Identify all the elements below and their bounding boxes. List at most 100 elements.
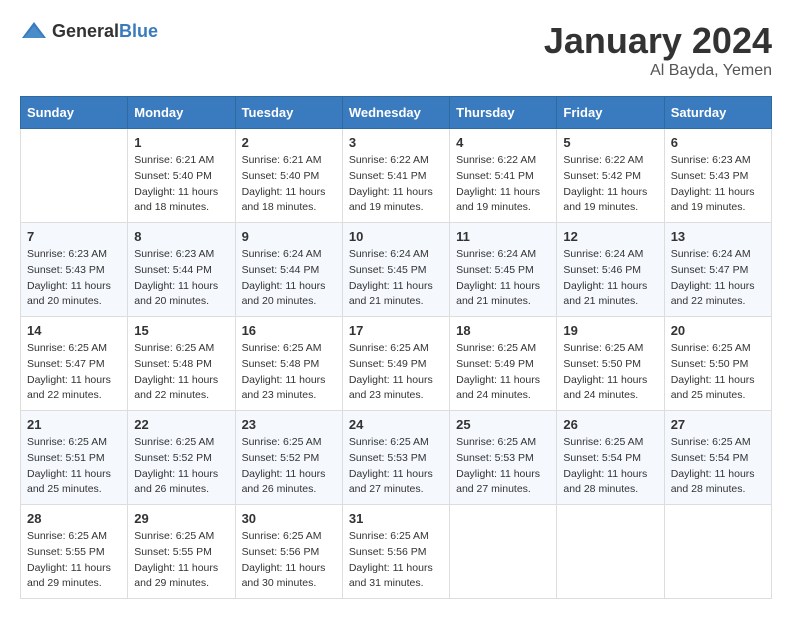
day-number: 5 [563, 135, 657, 150]
calendar-cell: 24 Sunrise: 6:25 AMSunset: 5:53 PMDayligh… [342, 411, 449, 505]
day-info: Sunrise: 6:24 AMSunset: 5:46 PMDaylight:… [563, 247, 657, 310]
day-number: 13 [671, 229, 765, 244]
calendar-cell: 28 Sunrise: 6:25 AMSunset: 5:55 PMDayligh… [21, 505, 128, 599]
calendar-week-row: 21Sunrise: 6:25 AMSunset: 5:51 PMDayligh… [21, 411, 772, 505]
calendar-cell: 18 Sunrise: 6:25 AMSunset: 5:49 PMDayligh… [450, 317, 557, 411]
day-info: Sunrise: 6:24 AMSunset: 5:47 PMDaylight:… [671, 247, 765, 310]
day-number: 4 [456, 135, 550, 150]
calendar-cell: 7Sunrise: 6:23 AMSunset: 5:43 PMDaylight… [21, 223, 128, 317]
day-number: 11 [456, 229, 550, 244]
logo-text-blue: Blue [119, 21, 158, 41]
day-info: Sunrise: 6:25 AMSunset: 5:48 PMDaylight:… [134, 341, 228, 404]
calendar-cell: 16 Sunrise: 6:25 AMSunset: 5:48 PMDayligh… [235, 317, 342, 411]
calendar-cell: 10Sunrise: 6:24 AMSunset: 5:45 PMDayligh… [342, 223, 449, 317]
day-info: Sunrise: 6:21 AMSunset: 5:40 PMDaylight:… [134, 153, 228, 216]
day-number: 8 [134, 229, 228, 244]
day-info: Sunrise: 6:25 AMSunset: 5:55 PMDaylight:… [27, 529, 121, 592]
header: GeneralBlue January 2024 Al Bayda, Yemen [20, 20, 772, 80]
day-number: 26 [563, 417, 657, 432]
day-info: Sunrise: 6:25 AMSunset: 5:54 PMDaylight:… [563, 435, 657, 498]
month-year-title: January 2024 [544, 20, 772, 62]
column-header-sunday: Sunday [21, 97, 128, 129]
day-number: 14 [27, 323, 121, 338]
calendar-cell: 22 Sunrise: 6:25 AMSunset: 5:52 PMDayligh… [128, 411, 235, 505]
day-info: Sunrise: 6:24 AMSunset: 5:44 PMDaylight:… [242, 247, 336, 310]
day-number: 27 [671, 417, 765, 432]
calendar-cell: 21Sunrise: 6:25 AMSunset: 5:51 PMDayligh… [21, 411, 128, 505]
day-number: 18 [456, 323, 550, 338]
calendar-cell: 20 Sunrise: 6:25 AMSunset: 5:50 PMDayligh… [664, 317, 771, 411]
day-number: 16 [242, 323, 336, 338]
calendar-cell: 29Sunrise: 6:25 AMSunset: 5:55 PMDayligh… [128, 505, 235, 599]
calendar-cell: 11 Sunrise: 6:24 AMSunset: 5:45 PMDayligh… [450, 223, 557, 317]
calendar-header-row: SundayMondayTuesdayWednesdayThursdayFrid… [21, 97, 772, 129]
calendar-week-row: 28 Sunrise: 6:25 AMSunset: 5:55 PMDayligh… [21, 505, 772, 599]
logo: GeneralBlue [20, 20, 158, 42]
calendar-cell: 9 Sunrise: 6:24 AMSunset: 5:44 PMDaylight… [235, 223, 342, 317]
day-number: 23 [242, 417, 336, 432]
day-number: 19 [563, 323, 657, 338]
column-header-thursday: Thursday [450, 97, 557, 129]
day-info: Sunrise: 6:22 AMSunset: 5:41 PMDaylight:… [349, 153, 443, 216]
day-info: Sunrise: 6:25 AMSunset: 5:54 PMDaylight:… [671, 435, 765, 498]
calendar-cell: 4Sunrise: 6:22 AMSunset: 5:41 PMDaylight… [450, 129, 557, 223]
day-number: 22 [134, 417, 228, 432]
column-header-tuesday: Tuesday [235, 97, 342, 129]
day-info: Sunrise: 6:25 AMSunset: 5:55 PMDaylight:… [134, 529, 228, 592]
day-info: Sunrise: 6:22 AMSunset: 5:42 PMDaylight:… [563, 153, 657, 216]
day-number: 28 [27, 511, 121, 526]
calendar-cell: 1 Sunrise: 6:21 AMSunset: 5:40 PMDaylight… [128, 129, 235, 223]
calendar-cell: 5 Sunrise: 6:22 AMSunset: 5:42 PMDaylight… [557, 129, 664, 223]
day-number: 12 [563, 229, 657, 244]
calendar-cell: 3 Sunrise: 6:22 AMSunset: 5:41 PMDaylight… [342, 129, 449, 223]
day-number: 3 [349, 135, 443, 150]
day-info: Sunrise: 6:25 AMSunset: 5:48 PMDaylight:… [242, 341, 336, 404]
day-info: Sunrise: 6:23 AMSunset: 5:43 PMDaylight:… [671, 153, 765, 216]
column-header-monday: Monday [128, 97, 235, 129]
calendar-cell: 8Sunrise: 6:23 AMSunset: 5:44 PMDaylight… [128, 223, 235, 317]
day-info: Sunrise: 6:25 AMSunset: 5:53 PMDaylight:… [456, 435, 550, 498]
day-number: 17 [349, 323, 443, 338]
calendar-cell: 15 Sunrise: 6:25 AMSunset: 5:48 PMDayligh… [128, 317, 235, 411]
day-number: 9 [242, 229, 336, 244]
calendar-cell [557, 505, 664, 599]
calendar-cell: 2 Sunrise: 6:21 AMSunset: 5:40 PMDaylight… [235, 129, 342, 223]
column-header-saturday: Saturday [664, 97, 771, 129]
location-subtitle: Al Bayda, Yemen [544, 62, 772, 80]
day-number: 10 [349, 229, 443, 244]
day-info: Sunrise: 6:25 AMSunset: 5:56 PMDaylight:… [349, 529, 443, 592]
calendar-cell [450, 505, 557, 599]
day-number: 21 [27, 417, 121, 432]
day-info: Sunrise: 6:25 AMSunset: 5:53 PMDaylight:… [349, 435, 443, 498]
calendar-cell: 26 Sunrise: 6:25 AMSunset: 5:54 PMDayligh… [557, 411, 664, 505]
calendar-week-row: 14Sunrise: 6:25 AMSunset: 5:47 PMDayligh… [21, 317, 772, 411]
calendar-cell: 17 Sunrise: 6:25 AMSunset: 5:49 PMDayligh… [342, 317, 449, 411]
day-number: 24 [349, 417, 443, 432]
day-info: Sunrise: 6:21 AMSunset: 5:40 PMDaylight:… [242, 153, 336, 216]
column-header-wednesday: Wednesday [342, 97, 449, 129]
logo-icon [20, 20, 48, 42]
day-info: Sunrise: 6:25 AMSunset: 5:50 PMDaylight:… [563, 341, 657, 404]
day-number: 31 [349, 511, 443, 526]
day-number: 2 [242, 135, 336, 150]
day-info: Sunrise: 6:25 AMSunset: 5:49 PMDaylight:… [456, 341, 550, 404]
day-info: Sunrise: 6:25 AMSunset: 5:49 PMDaylight:… [349, 341, 443, 404]
calendar-cell: 13 Sunrise: 6:24 AMSunset: 5:47 PMDayligh… [664, 223, 771, 317]
day-number: 7 [27, 229, 121, 244]
day-number: 15 [134, 323, 228, 338]
day-number: 30 [242, 511, 336, 526]
logo-text-general: General [52, 21, 119, 41]
day-number: 6 [671, 135, 765, 150]
calendar-cell: 23Sunrise: 6:25 AMSunset: 5:52 PMDayligh… [235, 411, 342, 505]
calendar-table: SundayMondayTuesdayWednesdayThursdayFrid… [20, 96, 772, 599]
calendar-cell [21, 129, 128, 223]
column-header-friday: Friday [557, 97, 664, 129]
day-number: 25 [456, 417, 550, 432]
day-info: Sunrise: 6:25 AMSunset: 5:50 PMDaylight:… [671, 341, 765, 404]
calendar-cell: 14Sunrise: 6:25 AMSunset: 5:47 PMDayligh… [21, 317, 128, 411]
calendar-cell: 25 Sunrise: 6:25 AMSunset: 5:53 PMDayligh… [450, 411, 557, 505]
day-info: Sunrise: 6:24 AMSunset: 5:45 PMDaylight:… [456, 247, 550, 310]
day-info: Sunrise: 6:25 AMSunset: 5:52 PMDaylight:… [134, 435, 228, 498]
day-number: 1 [134, 135, 228, 150]
day-number: 20 [671, 323, 765, 338]
